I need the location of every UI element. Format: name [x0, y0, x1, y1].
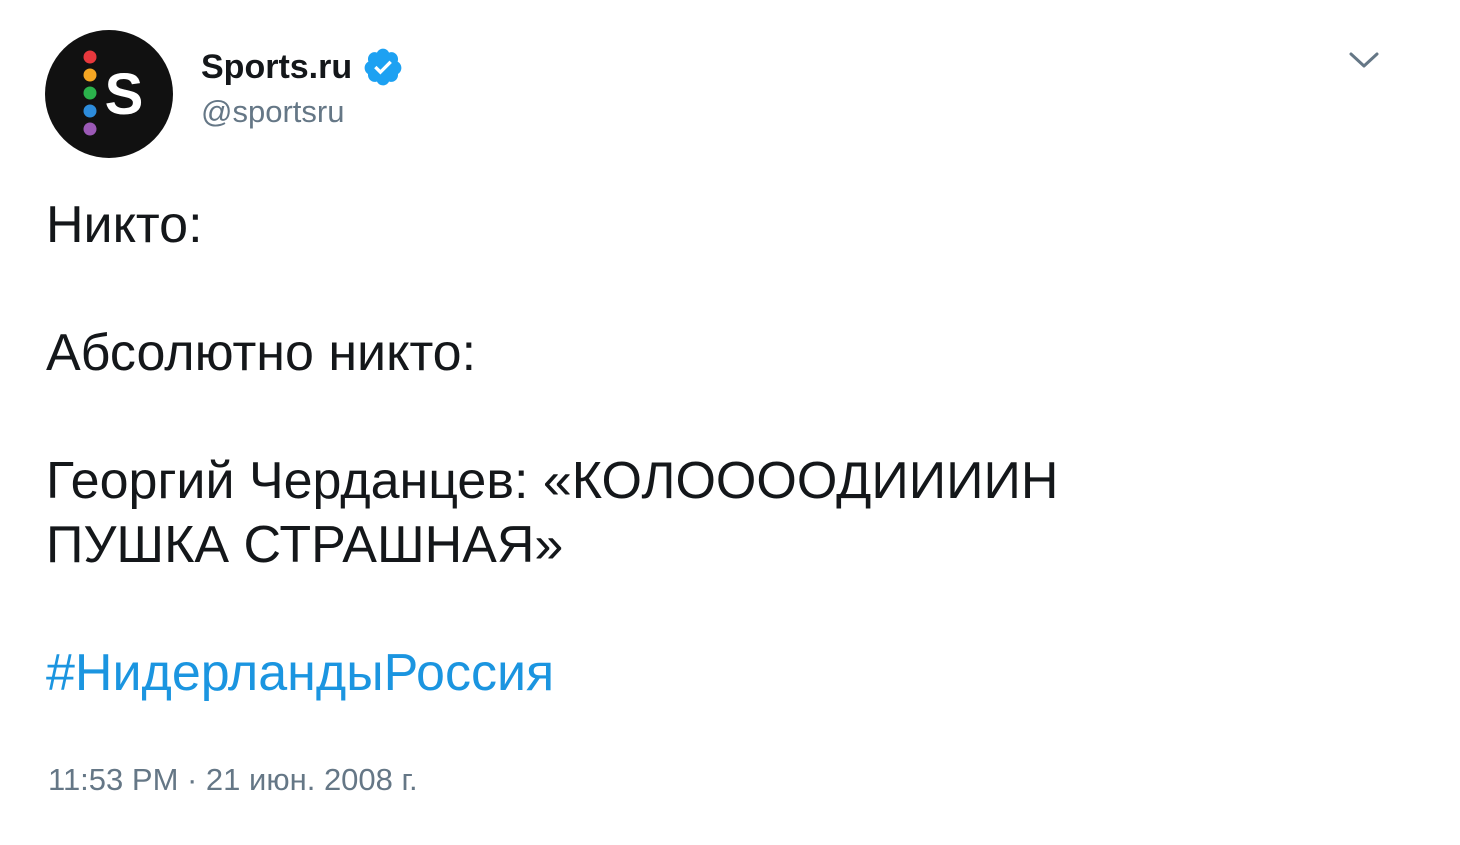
hashtag-line: #НидерландыРоссия [46, 641, 1406, 705]
chevron-down-icon[interactable] [1346, 48, 1382, 72]
timestamp[interactable]: 11:53 PM · 21 июн. 2008 г. [48, 764, 418, 795]
avatar[interactable]: S [45, 30, 173, 158]
logo-letter: S [105, 62, 144, 127]
verified-badge-icon [362, 46, 404, 88]
author-block: Sports.ru @sportsru [201, 42, 404, 127]
tweet-card: S Sports.ru @sportsru Никто: Абсолютно н… [0, 0, 1460, 845]
tweet-line: Абсолютно никто: [46, 324, 477, 382]
display-name[interactable]: Sports.ru [201, 50, 352, 84]
tweet-text: Никто: Абсолютно никто: Георгий Черданце… [46, 193, 1406, 705]
sports-ru-logo-icon: S [83, 50, 144, 136]
logo-dot-orange [83, 68, 97, 82]
logo-dot-purple [83, 122, 97, 136]
name-row: Sports.ru [201, 42, 404, 92]
handle[interactable]: @sportsru [201, 96, 404, 127]
hashtag-link[interactable]: #НидерландыРоссия [46, 644, 554, 702]
logo-dot-red [83, 50, 97, 64]
tweet-line: ПУШКА СТРАШНАЯ» [46, 516, 564, 574]
logo-dot-blue [83, 104, 97, 118]
tweet-line: Никто: [46, 196, 203, 254]
tweet-line: Георгий Черданцев: «КОЛООООДИИИИН [46, 452, 1059, 510]
logo-dot-green [83, 86, 97, 100]
